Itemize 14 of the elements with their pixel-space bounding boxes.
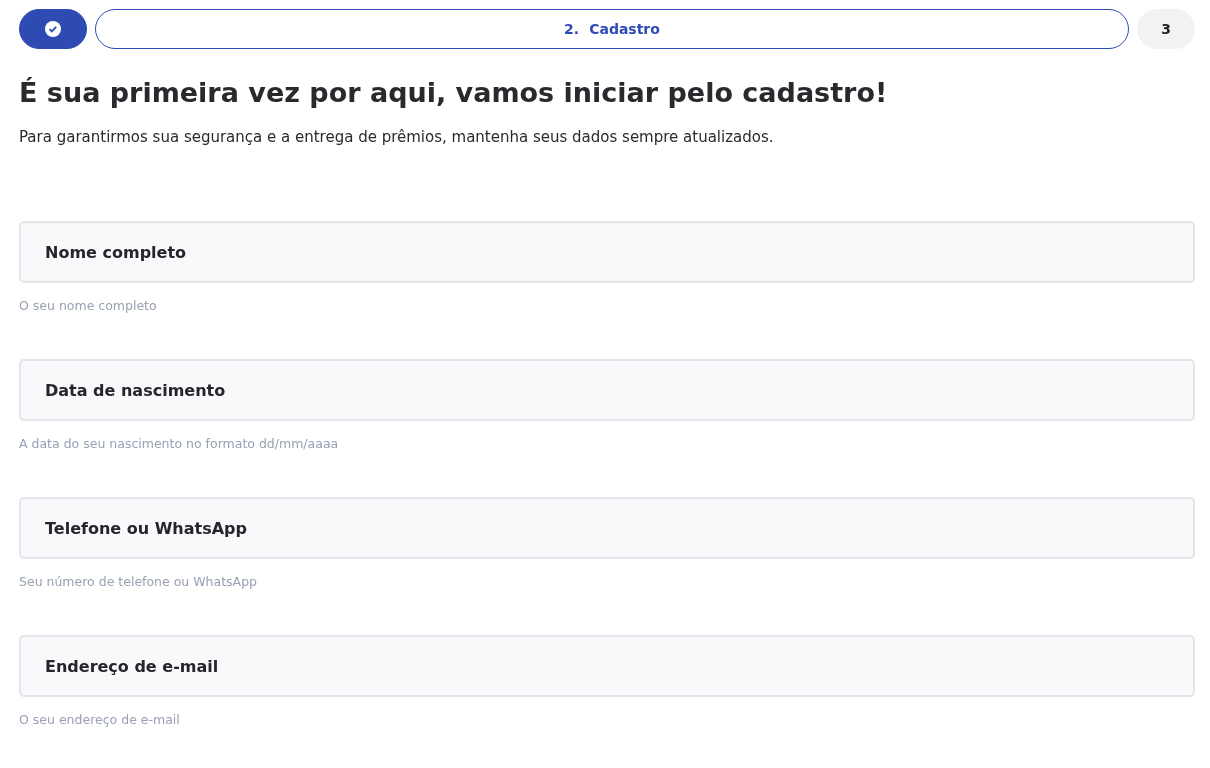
field-hint: O seu nome completo [19,298,158,313]
field-hint: A data do seu nascimento no formato dd/mm/aaaa [19,436,340,451]
completed-step[interactable] [19,9,87,49]
page-heading: É sua primeira vez por aqui, vamos iniciar pelo cadastro! [19,77,889,108]
field-hint: O seu endereço de e-mail [19,712,181,727]
input-field[interactable]: Telefone ou WhatsApp [19,497,1195,559]
current-step[interactable]: 2. Cadastro [95,9,1129,49]
input-field[interactable]: Nome completo [19,221,1195,283]
page-subtitle: Para garantirmos sua segurança e a entrega de prêmios, mantenha seus dados sempre atualizados. [19,128,775,146]
field-hint: Seu número de telefone ou WhatsApp [19,574,259,589]
check-icon [45,21,61,37]
input-field[interactable]: Data de nascimento [19,359,1195,421]
next-step[interactable]: 3 [1137,9,1195,49]
input-field[interactable]: Endereço de e-mail [19,635,1195,697]
